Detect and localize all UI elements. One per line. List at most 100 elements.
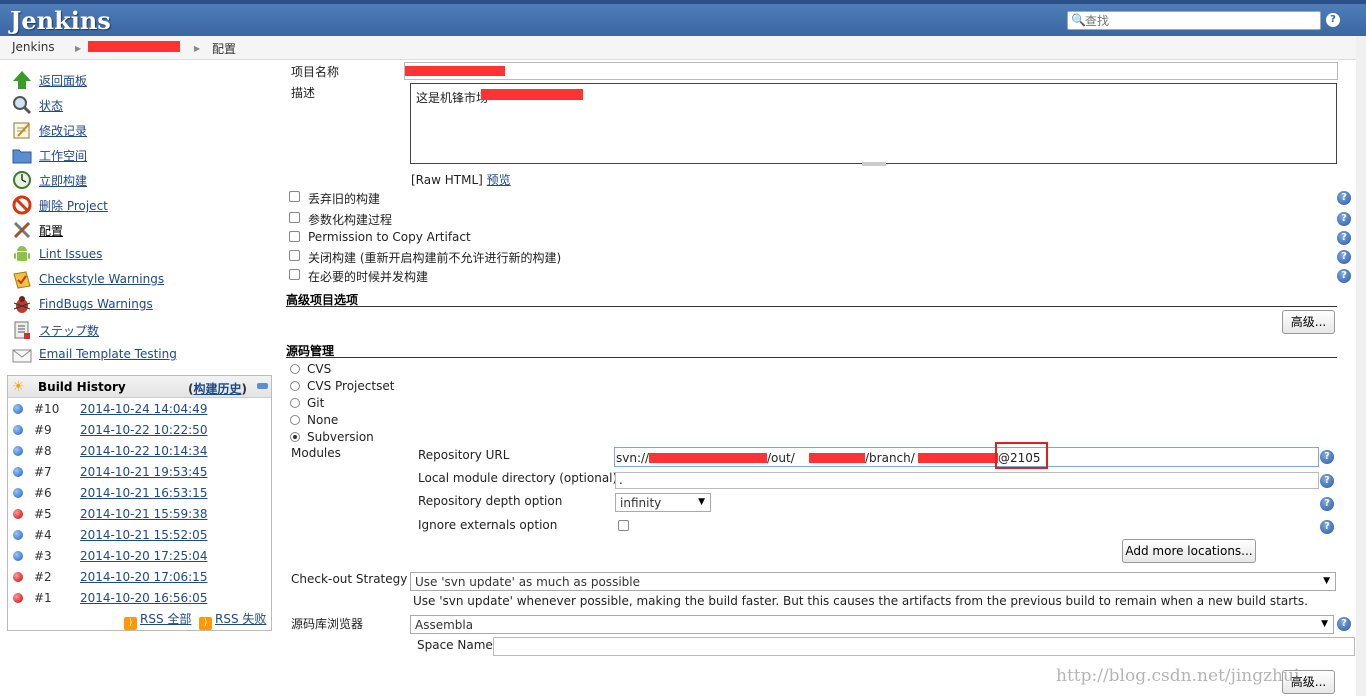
help-icon[interactable]: ?	[1320, 450, 1334, 464]
sidebar-link[interactable]: 删除 Project	[39, 197, 108, 214]
sidebar-link[interactable]: Email Template Testing	[39, 347, 177, 361]
disable-build-checkbox[interactable]	[289, 250, 300, 261]
option-label: 在必要的时候并发构建	[308, 270, 429, 284]
help-icon[interactable]: ?	[1326, 13, 1340, 27]
scm-git-radio[interactable]	[290, 398, 300, 408]
depth-select[interactable]: infinity ▼	[615, 493, 711, 512]
build-history-row: #2 2014-10-20 17:06:15	[8, 566, 271, 587]
resize-handle[interactable]	[862, 162, 886, 166]
scm-none-radio[interactable]	[290, 415, 300, 425]
scm-cvs-radio[interactable]	[290, 364, 300, 374]
build-date-link[interactable]: 2014-10-20 17:25:04	[80, 549, 207, 563]
build-status-icon[interactable]	[13, 509, 23, 519]
build-date-link[interactable]: 2014-10-21 15:59:38	[80, 507, 207, 521]
checkstyle-icon	[13, 271, 31, 289]
local-dir-value: .	[619, 473, 623, 487]
space-name-input[interactable]	[493, 637, 1355, 656]
build-history-row: #8 2014-10-22 10:14:34	[8, 440, 271, 461]
build-status-icon[interactable]	[13, 572, 23, 582]
rss-failed[interactable]: ) RSS 失败	[199, 610, 266, 630]
breadcrumb: Jenkins ▶ ▶ 配置	[0, 36, 1366, 60]
checkout-strategy-select[interactable]: Use 'svn update' as much as possible ▼	[410, 572, 1336, 591]
local-dir-input[interactable]: .	[615, 472, 1319, 489]
build-date-link[interactable]: 2014-10-22 10:14:34	[80, 444, 207, 458]
help-icon[interactable]: ?	[1337, 617, 1351, 631]
search-input[interactable]	[1085, 12, 1315, 29]
description-textarea[interactable]: 这是机锋市场	[410, 83, 1337, 166]
parameterized-checkbox[interactable]	[289, 212, 300, 223]
build-trend-link[interactable]: 构建历史	[193, 382, 241, 396]
collapse-icon[interactable]	[257, 383, 268, 389]
help-icon[interactable]: ?	[1337, 250, 1351, 264]
help-icon[interactable]: ?	[1320, 474, 1334, 488]
help-icon[interactable]: ?	[1320, 520, 1334, 534]
envelope-icon	[12, 349, 32, 363]
build-date-link[interactable]: 2014-10-21 19:53:45	[80, 465, 207, 479]
repo-url-input[interactable]: svn:// /out/ /branch/ @2105	[614, 447, 1319, 467]
dropdown-arrow-icon: ▼	[698, 497, 705, 507]
sidebar-link[interactable]: Lint Issues	[39, 247, 102, 261]
rss-all-link[interactable]: RSS 全部	[140, 612, 191, 626]
permission-copy-artifact-checkbox[interactable]	[289, 231, 300, 242]
sidebar-link[interactable]: ステップ数	[39, 322, 99, 339]
revision-highlight-box	[995, 442, 1048, 469]
repository-browser-select[interactable]: Assembla ▼	[410, 615, 1334, 634]
scm-subversion-radio[interactable]	[290, 432, 300, 442]
sidebar-link[interactable]: FindBugs Warnings	[39, 297, 153, 311]
build-date-link[interactable]: 2014-10-21 16:53:15	[80, 486, 207, 500]
sidebar-link[interactable]: 状态	[39, 97, 63, 114]
build-date-link[interactable]: 2014-10-24 14:04:49	[80, 402, 207, 416]
help-icon[interactable]: ?	[1337, 231, 1351, 245]
add-more-locations-button[interactable]: Add more locations...	[1122, 539, 1256, 563]
repository-browser-value: Assembla	[415, 618, 474, 632]
jenkins-logo[interactable]: Jenkins	[10, 6, 111, 35]
ignore-externals-checkbox[interactable]	[618, 520, 629, 531]
build-status-icon[interactable]	[13, 467, 23, 477]
search-box[interactable]: 🔍	[1067, 11, 1321, 30]
description-text: 这是机锋市场	[416, 91, 489, 105]
help-icon[interactable]: ?	[1337, 269, 1351, 283]
build-history-row: #7 2014-10-21 19:53:45	[8, 461, 271, 482]
build-history-row: #3 2014-10-20 17:25:04	[8, 545, 271, 566]
concurrent-build-checkbox[interactable]	[289, 269, 300, 280]
build-date-link[interactable]: 2014-10-20 16:56:05	[80, 591, 207, 605]
redacted-project-name[interactable]	[88, 41, 180, 52]
build-status-icon[interactable]	[13, 446, 23, 456]
build-history-header: ☀ Build History (构建历史)	[8, 376, 271, 398]
sidebar-link[interactable]: 修改记录	[39, 122, 87, 139]
sidebar-link[interactable]: 返回面板	[39, 72, 87, 89]
build-status-icon[interactable]	[13, 488, 23, 498]
breadcrumb-current[interactable]: 配置	[212, 40, 236, 57]
local-dir-label: Local module directory (optional)	[418, 471, 618, 485]
build-status-icon[interactable]	[13, 425, 23, 435]
build-number: #9	[34, 423, 52, 437]
help-icon[interactable]: ?	[1337, 191, 1351, 205]
breadcrumb-jenkins[interactable]: Jenkins	[12, 40, 55, 54]
advanced-button[interactable]: 高级...	[1282, 310, 1335, 334]
android-icon	[14, 246, 30, 261]
preview-link[interactable]: 预览	[487, 173, 511, 187]
build-status-icon[interactable]	[13, 530, 23, 540]
chevron-right-icon: ▶	[194, 44, 201, 53]
sidebar-link[interactable]: 工作空间	[39, 147, 87, 164]
build-status-icon[interactable]	[13, 551, 23, 561]
build-status-icon[interactable]	[13, 404, 23, 414]
sidebar-link[interactable]: 立即构建	[39, 172, 87, 189]
discard-old-builds-checkbox[interactable]	[289, 191, 300, 202]
rss-all[interactable]: ) RSS 全部	[124, 610, 191, 630]
sidebar-link[interactable]: Checkstyle Warnings	[39, 272, 164, 286]
rss-failed-link[interactable]: RSS 失败	[215, 612, 266, 626]
build-date-link[interactable]: 2014-10-22 10:22:50	[80, 423, 207, 437]
help-icon[interactable]: ?	[1320, 497, 1334, 511]
project-name-input[interactable]	[404, 62, 1338, 80]
help-icon[interactable]: ?	[1337, 212, 1351, 226]
build-number: #3	[34, 549, 52, 563]
sidebar-link[interactable]: 配置	[39, 222, 63, 239]
build-status-icon[interactable]	[13, 593, 23, 603]
vertical-scrollbar[interactable]	[1356, 36, 1366, 696]
build-date-link[interactable]: 2014-10-21 15:52:05	[80, 528, 207, 542]
scm-cvs-projectset-radio[interactable]	[290, 381, 300, 391]
checkout-strategy-label: Check-out Strategy	[291, 572, 408, 586]
build-number: #10	[34, 402, 60, 416]
build-date-link[interactable]: 2014-10-20 17:06:15	[80, 570, 207, 584]
